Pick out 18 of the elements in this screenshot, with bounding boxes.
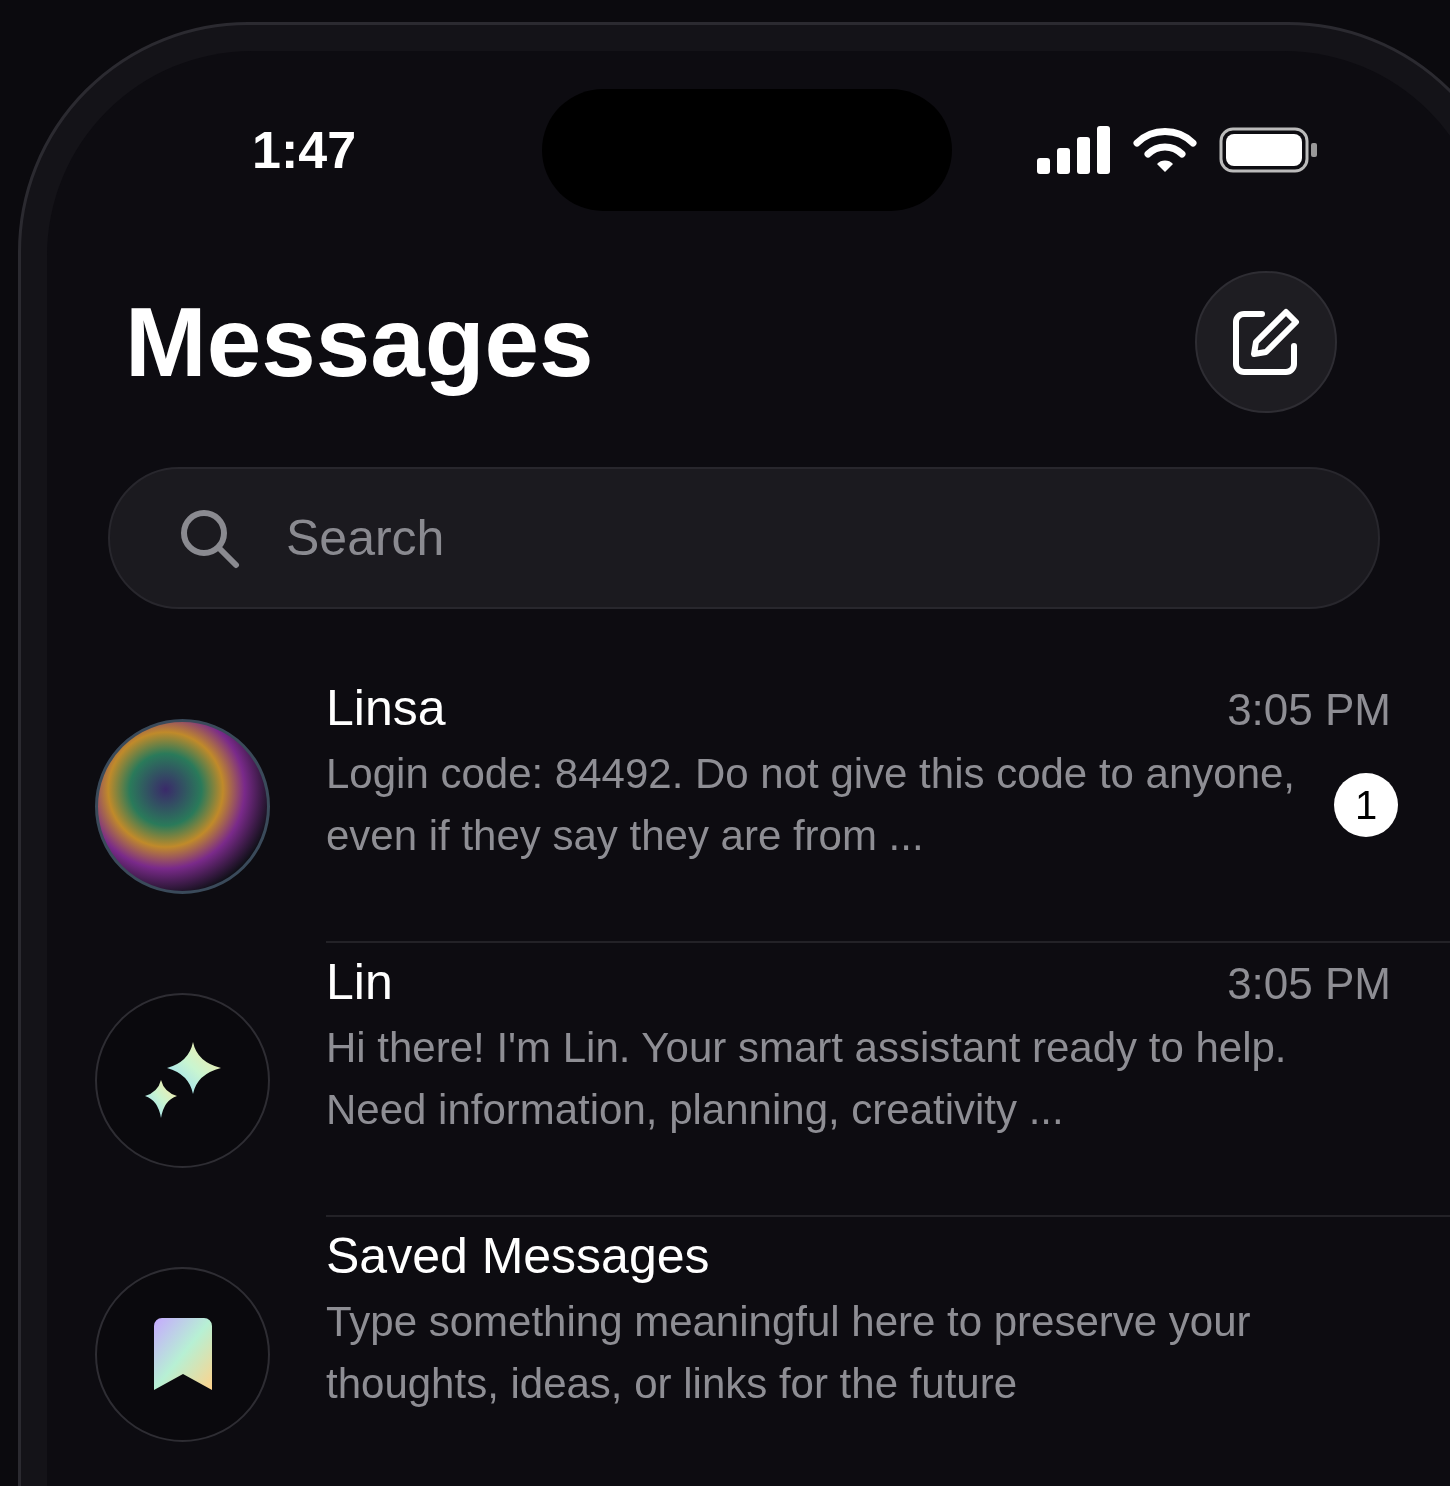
- unread-badge: 1: [1334, 773, 1398, 837]
- message-preview: Type something meaningful here to preserve your thoughts, ideas, or links for the future: [326, 1297, 1252, 1409]
- message-preview: Login code: 84492. Do not give this code to anyone, even if they say they are from ...: [326, 749, 1297, 861]
- bookmark-icon: [153, 1318, 212, 1390]
- wifi-icon: [1133, 127, 1197, 173]
- status-time: 1:47: [252, 120, 358, 180]
- contact-name: Saved Messages: [326, 1227, 710, 1285]
- battery-icon: [1219, 127, 1319, 173]
- search-field[interactable]: Search: [108, 467, 1380, 609]
- contact-name: Linsa: [326, 679, 446, 737]
- contact-name: Lin: [326, 953, 393, 1011]
- search-icon: [178, 507, 240, 569]
- message-preview: Hi there! I'm Lin. Your smart assistant ready to help. Need information, planning, creativity ...: [326, 1023, 1288, 1135]
- message-time: 3:05 PM: [1227, 685, 1391, 735]
- message-time: 3:05 PM: [1227, 959, 1391, 1009]
- compose-icon: [1230, 306, 1302, 378]
- page-title: Messages: [125, 285, 594, 399]
- signal-icon: [1037, 126, 1111, 174]
